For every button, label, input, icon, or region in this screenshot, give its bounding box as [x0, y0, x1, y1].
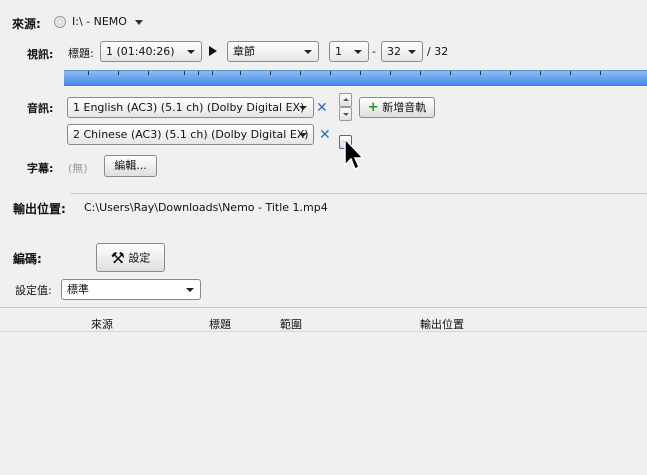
- encode-settings-button[interactable]: ⚒ 設定: [96, 243, 165, 272]
- output-path[interactable]: C:\Users\Ray\Downloads\Nemo - Title 1.mp…: [84, 201, 328, 214]
- title-dropdown[interactable]: 1 (01:40:26): [100, 41, 202, 62]
- range-mode-dropdown[interactable]: 章節: [227, 41, 319, 62]
- timeline-tick: [450, 71, 451, 75]
- subtitles-label: 字幕:: [27, 162, 54, 175]
- divider: [0, 331, 647, 332]
- timeline-tick: [330, 71, 331, 75]
- source-drive-value: I:\ - NEMO: [72, 15, 127, 28]
- timeline-tick: [510, 71, 511, 75]
- timeline-tick: [540, 71, 541, 75]
- chapter-end-dropdown[interactable]: 32: [381, 41, 423, 62]
- output-label: 輸出位置:: [13, 202, 66, 216]
- tools-icon: ⚒: [110, 248, 125, 268]
- timeline-tick: [570, 71, 571, 75]
- encode-settings-label: 設定: [128, 251, 151, 265]
- audio-track-2-dropdown[interactable]: 2 Chinese (AC3) (5.1 ch) (Dolby Digital …: [67, 124, 314, 145]
- move-track-down-button[interactable]: [339, 107, 352, 121]
- timeline-tick: [360, 71, 361, 75]
- audio-track-1-dropdown[interactable]: 1 English (AC3) (5.1 ch) (Dolby Digital …: [67, 97, 314, 118]
- audio-label: 音訊:: [27, 102, 54, 115]
- divider: [0, 307, 647, 308]
- timeline-tick: [390, 71, 391, 75]
- preset-label: 設定值:: [15, 284, 52, 297]
- preset-value: 標準: [67, 283, 89, 296]
- subtitles-value: (無): [68, 162, 88, 175]
- disc-icon: [54, 16, 66, 28]
- audio-track-1-value: 1 English (AC3) (5.1 ch) (Dolby Digital …: [73, 101, 305, 114]
- audio-track-2-value: 2 Chinese (AC3) (5.1 ch) (Dolby Digital …: [73, 128, 309, 141]
- timeline-tick: [88, 71, 89, 75]
- mouse-cursor-icon: [344, 138, 365, 171]
- source-drive-dropdown[interactable]: I:\ - NEMO: [72, 15, 144, 28]
- edit-subtitles-label: 編輯...: [114, 159, 147, 172]
- timeline-tick: [600, 71, 601, 75]
- timeline-tick: [212, 71, 213, 75]
- timeline-tick: [118, 71, 119, 75]
- timeline-tick: [270, 71, 271, 75]
- range-mode-value: 章節: [233, 45, 255, 58]
- play-icon: [209, 46, 217, 56]
- edit-subtitles-button[interactable]: 編輯...: [104, 155, 157, 177]
- divider: [70, 193, 647, 194]
- move-track-up-button[interactable]: [339, 93, 352, 107]
- timeline-tick: [184, 71, 185, 75]
- chapter-start-dropdown[interactable]: 1: [329, 41, 369, 62]
- timeline-tick: [300, 71, 301, 75]
- timeline-tick: [148, 71, 149, 75]
- remove-audio-track-1-icon[interactable]: ✕: [316, 101, 328, 115]
- queue-col-title[interactable]: 標題: [209, 316, 231, 332]
- video-label: 視訊:: [27, 48, 54, 61]
- encode-label: 編碼:: [13, 252, 42, 266]
- remove-audio-track-2-icon[interactable]: ✕: [319, 128, 331, 142]
- chapter-start-value: 1: [335, 45, 342, 58]
- chevron-down-icon: [135, 19, 144, 25]
- timeline-tick: [240, 71, 241, 75]
- range-separator: -: [372, 45, 376, 58]
- title-dropdown-value: 1 (01:40:26): [106, 45, 175, 58]
- queue-col-range[interactable]: 範圍: [280, 316, 302, 332]
- plus-icon: +: [367, 100, 379, 115]
- chapter-end-value: 32: [387, 45, 401, 58]
- chapter-total: / 32: [427, 45, 449, 58]
- queue-col-output[interactable]: 輸出位置: [420, 316, 464, 332]
- title-label: 標題:: [68, 47, 94, 60]
- add-audio-track-button[interactable]: + 新增音軌: [359, 97, 435, 118]
- add-audio-track-label: 新增音軌: [382, 101, 427, 114]
- preset-dropdown[interactable]: 標準: [61, 279, 201, 300]
- timeline-tick: [480, 71, 481, 75]
- timeline-tick: [420, 71, 421, 75]
- source-label: 來源:: [12, 17, 41, 31]
- timeline-tick: [198, 71, 199, 75]
- queue-col-source[interactable]: 來源: [91, 316, 113, 332]
- chapter-timeline[interactable]: [64, 70, 647, 86]
